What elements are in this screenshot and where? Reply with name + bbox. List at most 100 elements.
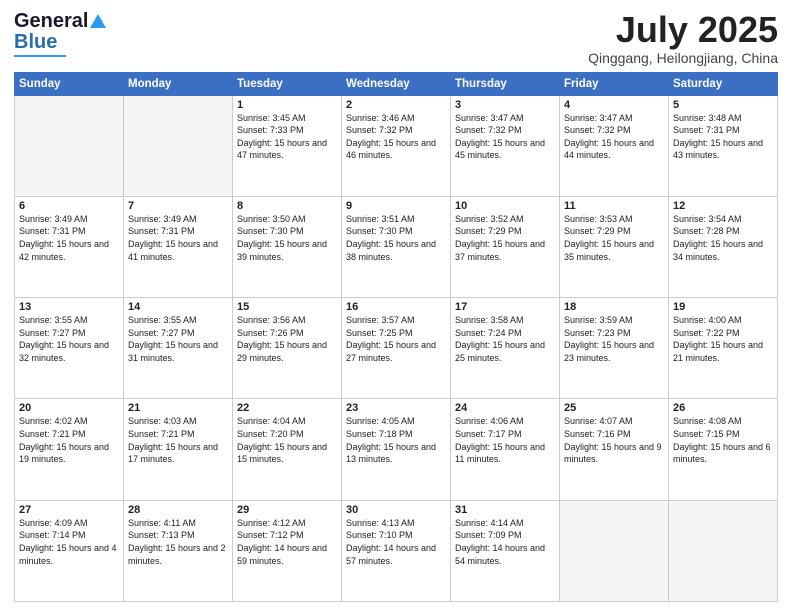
calendar-cell: 29Sunrise: 4:12 AM Sunset: 7:12 PM Dayli… — [233, 500, 342, 601]
cell-info: Sunrise: 4:11 AM Sunset: 7:13 PM Dayligh… — [128, 517, 228, 567]
calendar-cell: 17Sunrise: 3:58 AM Sunset: 7:24 PM Dayli… — [451, 298, 560, 399]
cell-info: Sunrise: 4:04 AM Sunset: 7:20 PM Dayligh… — [237, 415, 337, 465]
cell-info: Sunrise: 3:50 AM Sunset: 7:30 PM Dayligh… — [237, 213, 337, 263]
day-number: 4 — [564, 99, 664, 111]
weekday-header: Sunday — [15, 72, 124, 95]
day-number: 21 — [128, 402, 228, 414]
day-number: 16 — [346, 301, 446, 313]
cell-info: Sunrise: 4:08 AM Sunset: 7:15 PM Dayligh… — [673, 415, 773, 465]
weekday-header-row: SundayMondayTuesdayWednesdayThursdayFrid… — [15, 72, 778, 95]
calendar-cell: 23Sunrise: 4:05 AM Sunset: 7:18 PM Dayli… — [342, 399, 451, 500]
day-number: 11 — [564, 200, 664, 212]
day-number: 22 — [237, 402, 337, 414]
day-number: 20 — [19, 402, 119, 414]
cell-info: Sunrise: 4:05 AM Sunset: 7:18 PM Dayligh… — [346, 415, 446, 465]
day-number: 13 — [19, 301, 119, 313]
calendar-cell: 26Sunrise: 4:08 AM Sunset: 7:15 PM Dayli… — [669, 399, 778, 500]
cell-info: Sunrise: 4:06 AM Sunset: 7:17 PM Dayligh… — [455, 415, 555, 465]
day-number: 7 — [128, 200, 228, 212]
logo: General Blue — [14, 10, 107, 57]
calendar-table: SundayMondayTuesdayWednesdayThursdayFrid… — [14, 72, 778, 602]
cell-info: Sunrise: 3:48 AM Sunset: 7:31 PM Dayligh… — [673, 112, 773, 162]
logo-blue: Blue — [14, 31, 57, 54]
calendar-cell: 30Sunrise: 4:13 AM Sunset: 7:10 PM Dayli… — [342, 500, 451, 601]
calendar-week-row: 6Sunrise: 3:49 AM Sunset: 7:31 PM Daylig… — [15, 196, 778, 297]
calendar-cell: 7Sunrise: 3:49 AM Sunset: 7:31 PM Daylig… — [124, 196, 233, 297]
day-number: 31 — [455, 504, 555, 516]
cell-info: Sunrise: 3:47 AM Sunset: 7:32 PM Dayligh… — [455, 112, 555, 162]
calendar-cell: 14Sunrise: 3:55 AM Sunset: 7:27 PM Dayli… — [124, 298, 233, 399]
day-number: 17 — [455, 301, 555, 313]
cell-info: Sunrise: 3:53 AM Sunset: 7:29 PM Dayligh… — [564, 213, 664, 263]
day-number: 3 — [455, 99, 555, 111]
day-number: 18 — [564, 301, 664, 313]
day-number: 19 — [673, 301, 773, 313]
cell-info: Sunrise: 3:55 AM Sunset: 7:27 PM Dayligh… — [128, 314, 228, 364]
calendar-cell: 5Sunrise: 3:48 AM Sunset: 7:31 PM Daylig… — [669, 95, 778, 196]
weekday-header: Wednesday — [342, 72, 451, 95]
calendar-cell: 22Sunrise: 4:04 AM Sunset: 7:20 PM Dayli… — [233, 399, 342, 500]
day-number: 15 — [237, 301, 337, 313]
day-number: 9 — [346, 200, 446, 212]
calendar-cell: 25Sunrise: 4:07 AM Sunset: 7:16 PM Dayli… — [560, 399, 669, 500]
day-number: 2 — [346, 99, 446, 111]
calendar-cell: 21Sunrise: 4:03 AM Sunset: 7:21 PM Dayli… — [124, 399, 233, 500]
calendar-cell: 3Sunrise: 3:47 AM Sunset: 7:32 PM Daylig… — [451, 95, 560, 196]
weekday-header: Saturday — [669, 72, 778, 95]
month-title: July 2025 — [588, 10, 778, 50]
calendar-cell: 11Sunrise: 3:53 AM Sunset: 7:29 PM Dayli… — [560, 196, 669, 297]
calendar-cell: 12Sunrise: 3:54 AM Sunset: 7:28 PM Dayli… — [669, 196, 778, 297]
cell-info: Sunrise: 3:52 AM Sunset: 7:29 PM Dayligh… — [455, 213, 555, 263]
cell-info: Sunrise: 4:09 AM Sunset: 7:14 PM Dayligh… — [19, 517, 119, 567]
calendar-cell: 19Sunrise: 4:00 AM Sunset: 7:22 PM Dayli… — [669, 298, 778, 399]
page: General Blue July 2025 Qinggang, Heilong… — [0, 0, 792, 612]
logo-underline — [14, 55, 66, 57]
cell-info: Sunrise: 3:46 AM Sunset: 7:32 PM Dayligh… — [346, 112, 446, 162]
calendar-cell — [560, 500, 669, 601]
calendar-cell: 4Sunrise: 3:47 AM Sunset: 7:32 PM Daylig… — [560, 95, 669, 196]
calendar-cell — [15, 95, 124, 196]
weekday-header: Friday — [560, 72, 669, 95]
header: General Blue July 2025 Qinggang, Heilong… — [14, 10, 778, 66]
calendar-week-row: 13Sunrise: 3:55 AM Sunset: 7:27 PM Dayli… — [15, 298, 778, 399]
calendar-week-row: 20Sunrise: 4:02 AM Sunset: 7:21 PM Dayli… — [15, 399, 778, 500]
calendar-cell: 27Sunrise: 4:09 AM Sunset: 7:14 PM Dayli… — [15, 500, 124, 601]
calendar-cell: 20Sunrise: 4:02 AM Sunset: 7:21 PM Dayli… — [15, 399, 124, 500]
cell-info: Sunrise: 3:59 AM Sunset: 7:23 PM Dayligh… — [564, 314, 664, 364]
calendar-cell: 28Sunrise: 4:11 AM Sunset: 7:13 PM Dayli… — [124, 500, 233, 601]
cell-info: Sunrise: 4:02 AM Sunset: 7:21 PM Dayligh… — [19, 415, 119, 465]
cell-info: Sunrise: 3:58 AM Sunset: 7:24 PM Dayligh… — [455, 314, 555, 364]
day-number: 12 — [673, 200, 773, 212]
cell-info: Sunrise: 3:51 AM Sunset: 7:30 PM Dayligh… — [346, 213, 446, 263]
calendar-cell: 8Sunrise: 3:50 AM Sunset: 7:30 PM Daylig… — [233, 196, 342, 297]
weekday-header: Monday — [124, 72, 233, 95]
cell-info: Sunrise: 4:03 AM Sunset: 7:21 PM Dayligh… — [128, 415, 228, 465]
day-number: 27 — [19, 504, 119, 516]
calendar-cell: 2Sunrise: 3:46 AM Sunset: 7:32 PM Daylig… — [342, 95, 451, 196]
calendar-cell — [669, 500, 778, 601]
day-number: 30 — [346, 504, 446, 516]
day-number: 10 — [455, 200, 555, 212]
day-number: 8 — [237, 200, 337, 212]
logo-icon — [89, 12, 107, 30]
calendar-cell: 15Sunrise: 3:56 AM Sunset: 7:26 PM Dayli… — [233, 298, 342, 399]
cell-info: Sunrise: 3:56 AM Sunset: 7:26 PM Dayligh… — [237, 314, 337, 364]
cell-info: Sunrise: 4:12 AM Sunset: 7:12 PM Dayligh… — [237, 517, 337, 567]
weekday-header: Thursday — [451, 72, 560, 95]
title-area: July 2025 Qinggang, Heilongjiang, China — [588, 10, 778, 66]
calendar-cell: 10Sunrise: 3:52 AM Sunset: 7:29 PM Dayli… — [451, 196, 560, 297]
day-number: 5 — [673, 99, 773, 111]
day-number: 26 — [673, 402, 773, 414]
day-number: 1 — [237, 99, 337, 111]
calendar-cell: 6Sunrise: 3:49 AM Sunset: 7:31 PM Daylig… — [15, 196, 124, 297]
logo-general: General — [14, 10, 88, 33]
calendar-cell — [124, 95, 233, 196]
cell-info: Sunrise: 4:00 AM Sunset: 7:22 PM Dayligh… — [673, 314, 773, 364]
day-number: 25 — [564, 402, 664, 414]
cell-info: Sunrise: 3:55 AM Sunset: 7:27 PM Dayligh… — [19, 314, 119, 364]
location: Qinggang, Heilongjiang, China — [588, 50, 778, 66]
cell-info: Sunrise: 3:45 AM Sunset: 7:33 PM Dayligh… — [237, 112, 337, 162]
calendar-week-row: 1Sunrise: 3:45 AM Sunset: 7:33 PM Daylig… — [15, 95, 778, 196]
cell-info: Sunrise: 3:57 AM Sunset: 7:25 PM Dayligh… — [346, 314, 446, 364]
day-number: 23 — [346, 402, 446, 414]
